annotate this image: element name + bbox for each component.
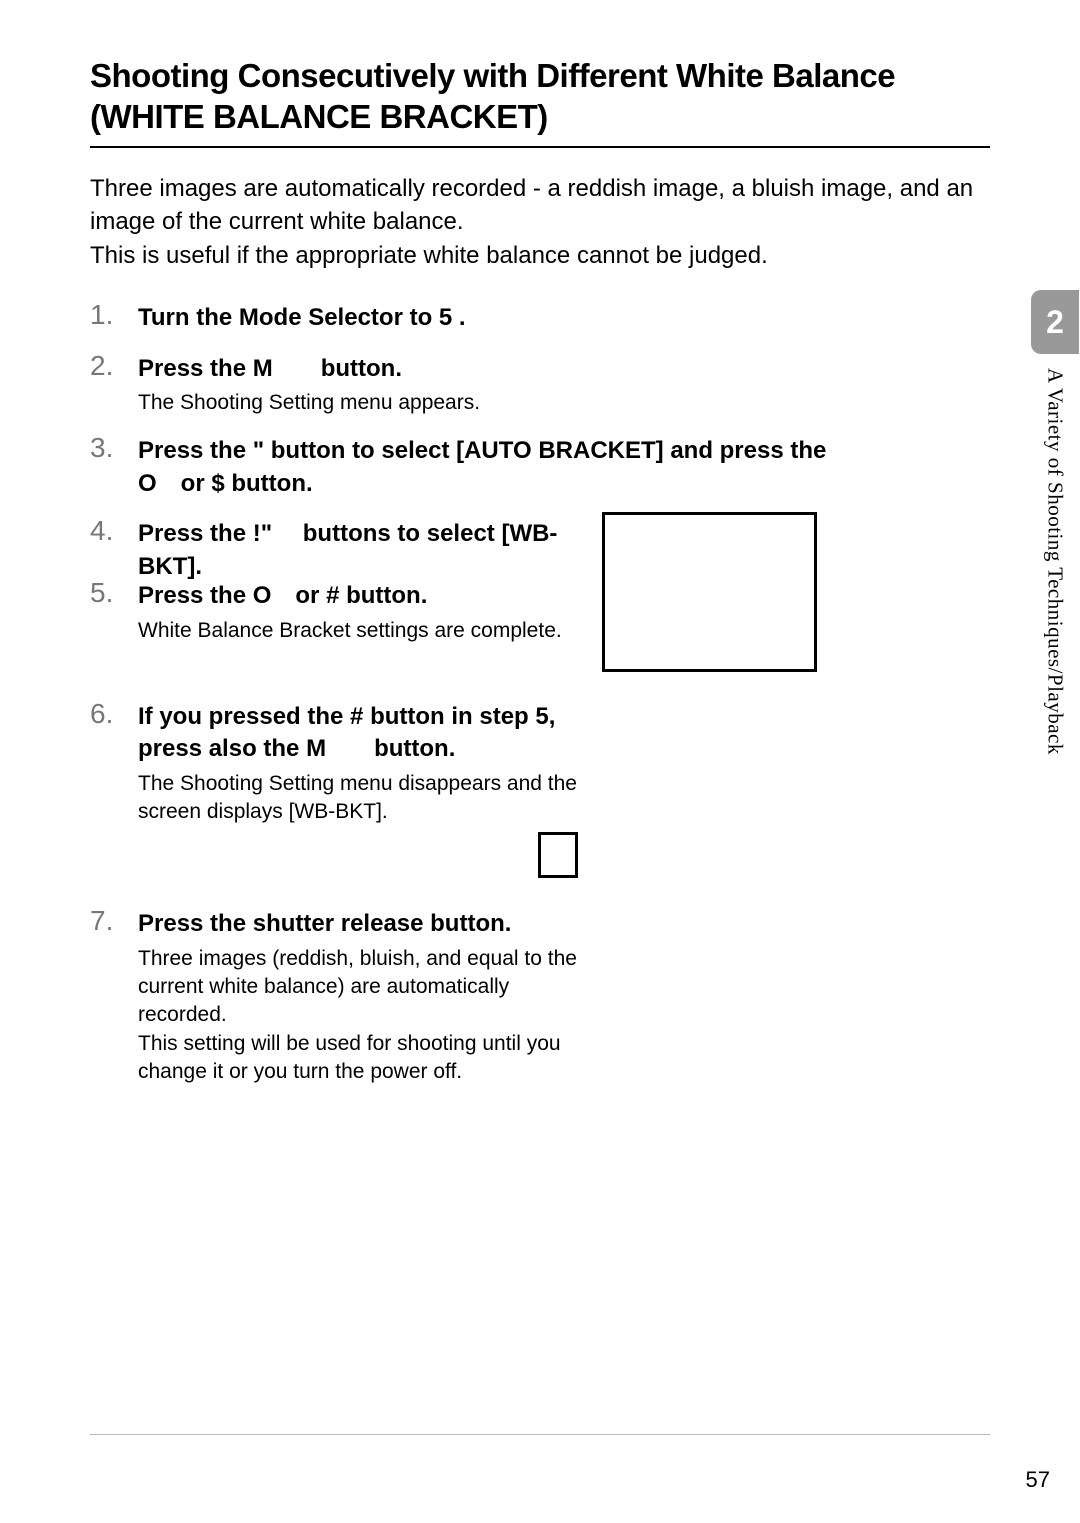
page-number: 57: [1026, 1467, 1050, 1493]
chapter-tab: 2 A Variety of Shooting Techniques/Playb…: [1030, 290, 1080, 755]
step-title: Press the O or # button.: [138, 580, 578, 612]
chapter-label: A Variety of Shooting Techniques/Playbac…: [1045, 368, 1066, 755]
step-item: Press the shutter release button. Three …: [90, 908, 990, 1086]
step-item: Press the O or # button. White Balance B…: [90, 580, 990, 645]
step-body: The Shooting Setting menu disappears and…: [138, 770, 578, 827]
step-title: Press the !" buttons to select [WB-BKT].: [138, 518, 578, 583]
step-body: The Shooting Setting menu appears.: [138, 389, 868, 417]
step-title: Press the " button to select [AUTO BRACK…: [138, 435, 868, 500]
step-item: If you pressed the # button in step 5, p…: [90, 701, 990, 878]
footer-divider: [90, 1434, 990, 1435]
step-item: Press the " button to select [AUTO BRACK…: [90, 435, 990, 500]
step-title: If you pressed the # button in step 5, p…: [138, 701, 578, 766]
chapter-number-badge: 2: [1031, 290, 1079, 354]
title-divider: [90, 146, 990, 148]
step-item: Press the M button. The Shooting Setting…: [90, 353, 990, 418]
intro-paragraph: Three images are automatically recorded …: [90, 172, 990, 273]
step-body: Three images (reddish, bluish, and equal…: [138, 945, 578, 1087]
page-title: Shooting Consecutively with Different Wh…: [90, 55, 990, 138]
steps-list: Turn the Mode Selector to 5 . Press the …: [90, 302, 990, 1086]
step-title: Turn the Mode Selector to 5 .: [138, 302, 868, 334]
step-body: White Balance Bracket settings are compl…: [138, 617, 578, 645]
illustration-placeholder: [538, 832, 578, 878]
step-item: Turn the Mode Selector to 5 .: [90, 302, 990, 334]
step-title: Press the shutter release button.: [138, 908, 578, 940]
step-title: Press the M button.: [138, 353, 868, 385]
